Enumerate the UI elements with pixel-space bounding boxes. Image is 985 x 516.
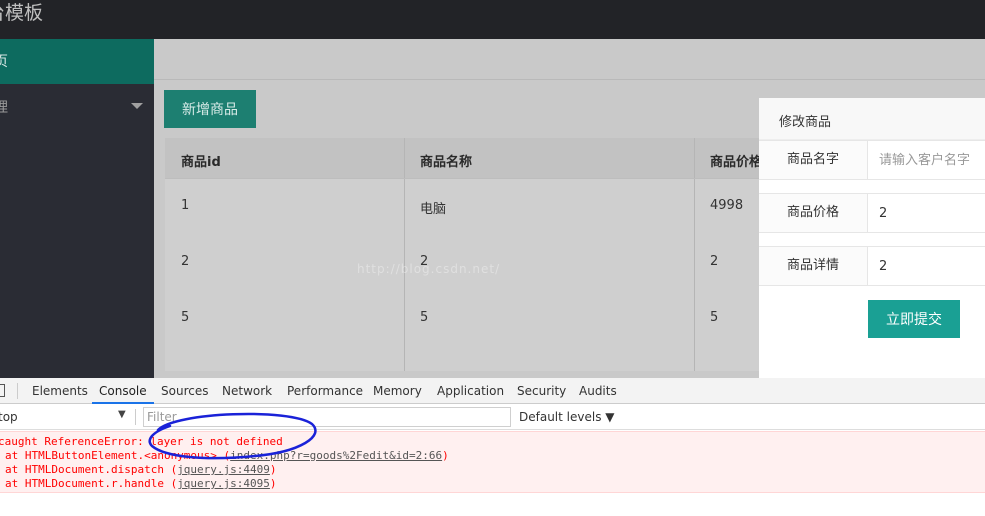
table-cell: 1 (181, 198, 190, 213)
add-goods-button[interactable]: 新增商品 (164, 90, 256, 128)
form-row-detail: 商品详情 (759, 246, 985, 286)
stack-frame-text: at HTMLDocument.dispatch ( (5, 463, 178, 476)
tab-application[interactable]: Application (437, 378, 504, 404)
header-cell-price: 商品价格 (710, 155, 763, 170)
divider (154, 79, 985, 80)
table-cell: 5 (181, 310, 190, 325)
tab-performance[interactable]: Performance (287, 378, 363, 404)
dropdown-arrow-icon[interactable]: ▼ (118, 409, 126, 420)
row-divider (165, 178, 805, 179)
tab-memory[interactable]: Memory (373, 378, 422, 404)
column-divider (694, 138, 695, 371)
table-cell: 4998 (710, 198, 744, 213)
tab-security[interactable]: Security (517, 378, 566, 404)
app-window: 台模板 页 理 新增商品 商品id 商品名称 商品价格 1 电脑 4998 2 … (0, 0, 985, 378)
stack-frame: at HTMLButtonElement.<anonymous> (index.… (5, 449, 449, 462)
stack-frame-text: at HTMLDocument.r.handle ( (5, 477, 178, 490)
goods-price-input[interactable] (869, 194, 985, 232)
stack-frame-text: at HTMLButtonElement.<anonymous> ( (5, 449, 231, 462)
goods-table: 商品id 商品名称 商品价格 1 电脑 4998 2 2 2 5 5 5 (165, 138, 805, 371)
form-row-name: 商品名字 (759, 140, 985, 180)
tab-elements[interactable]: Elements (32, 378, 88, 404)
field-label: 商品名字 (759, 141, 868, 179)
divider (17, 383, 18, 399)
sidebar: 页 理 (0, 39, 154, 378)
form-row-price: 商品价格 (759, 193, 985, 233)
tab-audits[interactable]: Audits (579, 378, 617, 404)
app-title: 台模板 (0, 2, 44, 24)
source-link[interactable]: jquery.js:4409 (177, 463, 270, 476)
console-filter-input[interactable] (143, 407, 511, 427)
modal-title-bar: 修改商品 (759, 98, 985, 140)
error-text: caught ReferenceError: layer is not defi… (0, 435, 283, 448)
sidebar-item-label: 理 (0, 100, 8, 116)
tab-sources[interactable]: Sources (161, 378, 208, 404)
table-header (165, 138, 805, 178)
submit-button[interactable]: 立即提交 (868, 300, 960, 338)
field-label: 商品价格 (759, 194, 868, 232)
tab-console[interactable]: Console (92, 378, 154, 404)
tab-network[interactable]: Network (222, 378, 272, 404)
stack-frame: at HTMLDocument.dispatch (jquery.js:4409… (5, 463, 277, 476)
inspect-element-icon[interactable] (0, 384, 5, 397)
table-cell: 电脑 (420, 202, 447, 217)
header-cell-id: 商品id (181, 155, 221, 170)
stack-frame-end: ) (269, 477, 277, 490)
source-link[interactable]: jquery.js:4095 (177, 477, 270, 490)
goods-detail-input[interactable] (869, 247, 985, 285)
stack-frame-end: ) (442, 449, 449, 462)
divider (135, 409, 136, 425)
top-header: 台模板 (0, 0, 985, 39)
chevron-down-icon (131, 103, 143, 109)
console-toolbar: top ▼ Default levels ▼ (0, 405, 985, 430)
goods-name-input[interactable] (869, 141, 985, 179)
field-label: 商品详情 (759, 247, 868, 285)
source-link[interactable]: index.php?r=goods%2Fedit&id=2:66 (230, 449, 442, 462)
context-selector[interactable]: top (0, 410, 18, 424)
devtools-tab-bar: Elements Console Sources Network Perform… (0, 378, 985, 404)
modal-title: 修改商品 (779, 115, 832, 130)
devtools-panel: Elements Console Sources Network Perform… (0, 378, 985, 516)
sidebar-item-label: 页 (0, 54, 8, 70)
table-cell: 2 (181, 254, 190, 269)
header-cell-name: 商品名称 (420, 155, 473, 170)
log-levels-dropdown[interactable]: Default levels ▼ (519, 410, 615, 424)
table-cell: 5 (710, 310, 719, 325)
edit-goods-modal: 修改商品 商品名字 商品价格 商品详情 立即提交 (759, 98, 985, 378)
watermark: http://blog.csdn.net/ (357, 262, 501, 276)
stack-frame-end: ) (269, 463, 277, 476)
stack-frame: at HTMLDocument.r.handle (jquery.js:4095… (5, 477, 277, 490)
column-divider (404, 138, 405, 371)
table-cell: 5 (420, 310, 429, 325)
sidebar-item-manage[interactable]: 理 (0, 85, 154, 127)
table-cell: 2 (710, 254, 719, 269)
console-error-message: caught ReferenceError: layer is not defi… (0, 431, 985, 493)
sidebar-item-home[interactable]: 页 (0, 39, 154, 84)
